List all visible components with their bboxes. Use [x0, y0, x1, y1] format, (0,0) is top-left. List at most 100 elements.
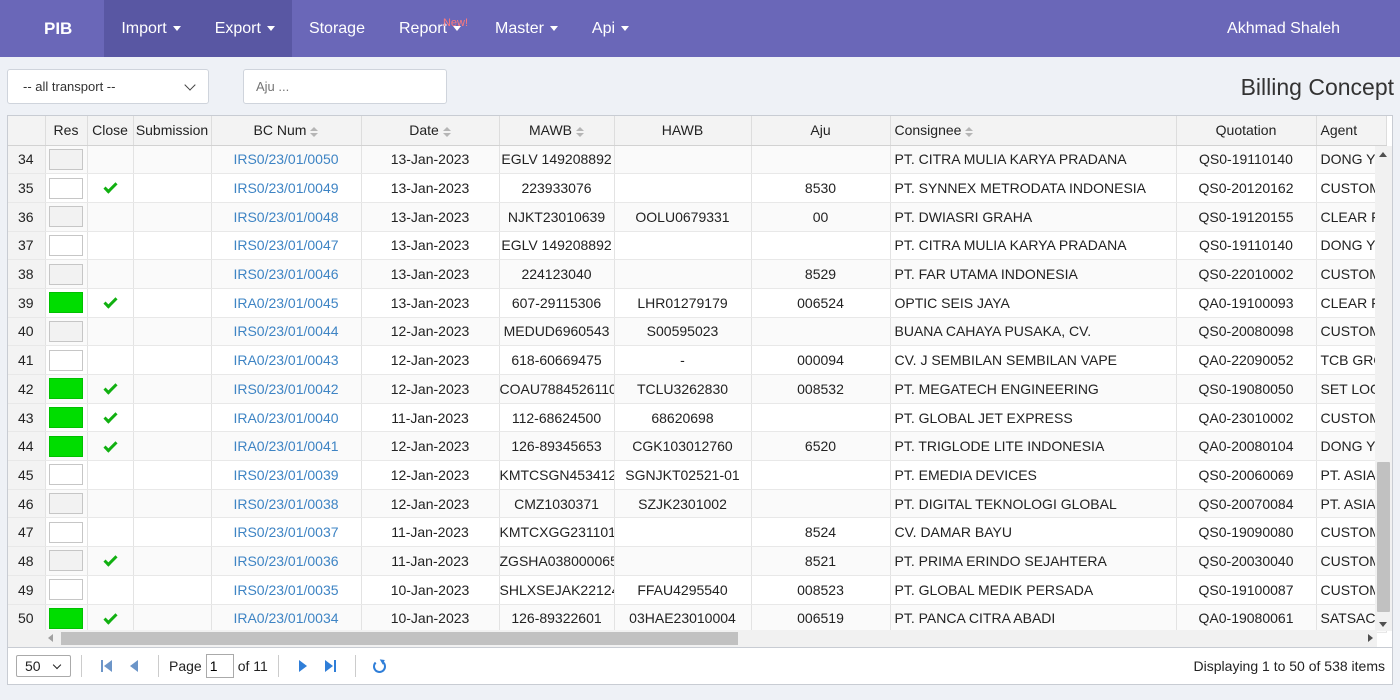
col-mawb[interactable]: MAWB: [499, 116, 615, 146]
bc-num-link[interactable]: IRA0/23/01/0043: [233, 352, 338, 368]
scroll-left-icon[interactable]: [48, 634, 53, 642]
col-quotation[interactable]: Quotation: [1176, 116, 1317, 146]
table-row[interactable]: 44 IRA0/23/01/0041 12-Jan-2023 126-89345653…: [8, 431, 1387, 462]
res-status-box[interactable]: [49, 493, 83, 515]
res-cell[interactable]: [45, 259, 88, 289]
res-status-box[interactable]: [49, 407, 83, 429]
scroll-up-icon[interactable]: [1379, 152, 1387, 157]
res-cell[interactable]: [45, 202, 88, 232]
col-aju[interactable]: Aju: [751, 116, 891, 146]
table-row[interactable]: 39 IRA0/23/01/0045 13-Jan-2023 607-29115306…: [8, 288, 1387, 318]
bc-num-link[interactable]: IRS0/23/01/0047: [233, 237, 338, 253]
res-cell[interactable]: [45, 231, 88, 261]
first-page-button[interactable]: [95, 655, 117, 677]
table-row[interactable]: 49 IRS0/23/01/0035 10-Jan-2023 SHLXSEJAK221…: [8, 575, 1387, 605]
bc-num-link[interactable]: IRS0/23/01/0048: [233, 209, 338, 225]
res-status-box[interactable]: [49, 607, 83, 629]
bc-num-link[interactable]: IRS0/23/01/0038: [233, 496, 338, 512]
col-close[interactable]: Close: [87, 116, 134, 146]
res-cell[interactable]: [45, 173, 88, 203]
res-cell[interactable]: [45, 575, 88, 605]
page-size-select[interactable]: 50: [16, 655, 71, 677]
table-row[interactable]: 48 IRS0/23/01/0036 11-Jan-2023 ZGSHA0380000…: [8, 546, 1387, 576]
table-row[interactable]: 40 IRS0/23/01/0044 12-Jan-2023 MEDUD6960543…: [8, 317, 1387, 347]
res-status-box[interactable]: [49, 521, 83, 543]
res-cell[interactable]: [45, 460, 88, 490]
vertical-scrollbar[interactable]: [1375, 146, 1392, 631]
res-cell[interactable]: [45, 517, 88, 548]
refresh-button[interactable]: [369, 655, 391, 677]
bc-num-link[interactable]: IRS0/23/01/0050: [233, 151, 338, 167]
res-cell[interactable]: [45, 317, 88, 347]
res-status-box[interactable]: [49, 292, 83, 314]
res-status-box[interactable]: [49, 550, 83, 572]
res-status-box[interactable]: [49, 206, 83, 228]
prev-page-button[interactable]: [123, 655, 145, 677]
bc-num-link[interactable]: IRA0/23/01/0045: [233, 295, 338, 311]
transport-select[interactable]: -- all transport --: [7, 69, 209, 104]
res-status-box[interactable]: [49, 464, 83, 486]
next-page-button[interactable]: [292, 655, 314, 677]
nav-export[interactable]: Export: [197, 0, 292, 57]
horizontal-scroll-thumb[interactable]: [61, 632, 738, 645]
res-status-box[interactable]: [49, 234, 83, 256]
bc-num-link[interactable]: IRS0/23/01/0037: [233, 524, 338, 540]
bc-num-link[interactable]: IRS0/23/01/0049: [233, 180, 338, 196]
nav-report[interactable]: Report New!: [382, 0, 478, 57]
table-row[interactable]: 43 IRA0/23/01/0040 11-Jan-2023 112-68624500…: [8, 403, 1387, 433]
nav-master[interactable]: Master: [478, 0, 575, 57]
res-cell[interactable]: [45, 431, 88, 462]
res-cell[interactable]: [45, 374, 88, 404]
res-status-box[interactable]: [49, 349, 83, 371]
bc-num-link[interactable]: IRS0/23/01/0035: [233, 582, 338, 598]
col-hawb[interactable]: HAWB: [614, 116, 752, 146]
res-cell[interactable]: [45, 345, 88, 375]
res-cell[interactable]: [45, 604, 88, 634]
nav-api[interactable]: Api: [575, 0, 646, 57]
res-cell[interactable]: [45, 489, 88, 519]
horizontal-scrollbar[interactable]: [8, 630, 1377, 647]
res-status-box[interactable]: [49, 263, 83, 285]
table-row[interactable]: 36 IRS0/23/01/0048 13-Jan-2023 NJKT23010639…: [8, 202, 1387, 232]
col-submission[interactable]: Submission: [133, 116, 212, 146]
table-row[interactable]: 50 IRA0/23/01/0034 10-Jan-2023 126-89322601…: [8, 604, 1387, 634]
bc-num-link[interactable]: IRS0/23/01/0042: [233, 381, 338, 397]
user-menu[interactable]: Akhmad Shaleh: [1227, 0, 1340, 57]
res-status-box[interactable]: [49, 378, 83, 400]
col-res[interactable]: Res: [45, 116, 88, 146]
table-row[interactable]: 46 IRS0/23/01/0038 12-Jan-2023 CMZ1030371 SZ…: [8, 489, 1387, 519]
bc-num-link[interactable]: IRA0/23/01/0041: [233, 438, 338, 454]
res-status-box[interactable]: [49, 579, 83, 601]
nav-import[interactable]: Import: [104, 0, 198, 57]
table-row[interactable]: 35 IRS0/23/01/0049 13-Jan-2023 223933076 853…: [8, 173, 1387, 203]
bc-num-link[interactable]: IRA0/23/01/0040: [233, 410, 338, 426]
table-row[interactable]: 37 IRS0/23/01/0047 13-Jan-2023 EGLV 1492088…: [8, 231, 1387, 261]
col-consignee[interactable]: Consignee: [890, 116, 1177, 146]
res-cell[interactable]: [45, 546, 88, 576]
bc-num-link[interactable]: IRS0/23/01/0044: [233, 323, 338, 339]
table-row[interactable]: 47 IRS0/23/01/0037 11-Jan-2023 KMTCXGG23110…: [8, 517, 1387, 548]
col-bc-num[interactable]: BC Num: [211, 116, 362, 146]
table-row[interactable]: 45 IRS0/23/01/0039 12-Jan-2023 KMTCSGN45341…: [8, 460, 1387, 490]
res-cell[interactable]: [45, 403, 88, 433]
col-agent[interactable]: Agent: [1316, 116, 1387, 146]
brand-logo[interactable]: PIB: [0, 0, 104, 57]
scroll-down-icon[interactable]: [1379, 622, 1387, 627]
res-status-box[interactable]: [49, 320, 83, 342]
aju-search-input[interactable]: [243, 69, 447, 104]
scroll-right-icon[interactable]: [1368, 634, 1373, 642]
res-cell[interactable]: [45, 288, 88, 318]
res-status-box[interactable]: [49, 177, 83, 199]
res-cell[interactable]: [45, 145, 88, 175]
table-row[interactable]: 41 IRA0/23/01/0043 12-Jan-2023 618-60669475…: [8, 345, 1387, 375]
table-row[interactable]: 42 IRS0/23/01/0042 12-Jan-2023 COAU78845261…: [8, 374, 1387, 404]
vertical-scroll-thumb[interactable]: [1377, 462, 1390, 612]
table-row[interactable]: 34 IRS0/23/01/0050 13-Jan-2023 EGLV 1492088…: [8, 145, 1387, 175]
bc-num-link[interactable]: IRA0/23/01/0034: [233, 610, 338, 626]
res-status-box[interactable]: [49, 148, 83, 170]
bc-num-link[interactable]: IRS0/23/01/0036: [233, 553, 338, 569]
res-status-box[interactable]: [49, 435, 83, 457]
nav-storage[interactable]: Storage: [292, 0, 382, 57]
table-row[interactable]: 38 IRS0/23/01/0046 13-Jan-2023 224123040 852…: [8, 259, 1387, 289]
page-number-input[interactable]: [205, 654, 234, 678]
